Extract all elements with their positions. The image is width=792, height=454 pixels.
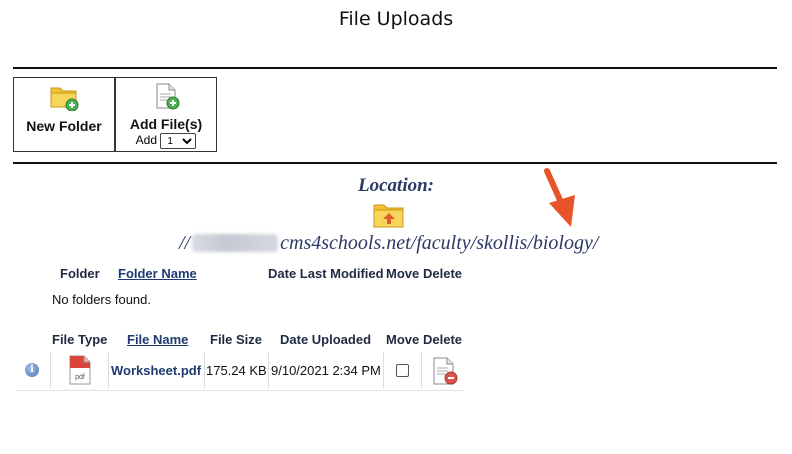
move-checkbox[interactable] xyxy=(396,364,409,377)
cell-divider xyxy=(421,352,422,388)
location-path-highlight[interactable]: biology xyxy=(533,232,593,254)
col-date-uploaded: Date Uploaded xyxy=(280,332,372,347)
new-folder-label: New Folder xyxy=(26,118,102,134)
cell-divider xyxy=(383,352,384,388)
col-file-delete: Delete xyxy=(423,332,463,347)
location-path: // cms4schools.net/faculty/skollis/biolog… xyxy=(179,232,598,255)
folder-add-icon xyxy=(50,87,79,112)
add-count-row: Add 1 xyxy=(116,133,216,149)
file-size-value: 175.24 KB xyxy=(206,363,267,378)
location-path-main[interactable]: cms4schools.net/faculty/skollis/ xyxy=(280,232,533,254)
cell-divider xyxy=(204,352,205,388)
top-divider xyxy=(13,67,777,69)
add-count-select[interactable]: 1 xyxy=(160,133,197,149)
col-file-size: File Size xyxy=(210,332,263,347)
orange-arrow xyxy=(544,168,575,227)
add-files-label: Add File(s) xyxy=(129,116,203,132)
col-folder-move: Move xyxy=(386,266,420,281)
cell-divider xyxy=(108,352,109,388)
file-add-icon xyxy=(156,83,180,110)
no-folders-message: No folders found. xyxy=(52,292,152,307)
add-files-button[interactable]: Add File(s) Add 1 xyxy=(115,77,217,152)
col-file-type: File Type xyxy=(52,332,108,347)
redacted-segment xyxy=(192,234,279,252)
file-date-value: 9/10/2021 2:34 PM xyxy=(271,363,381,378)
col-folder-delete: Delete xyxy=(423,266,463,281)
location-path-prefix: // xyxy=(179,232,191,254)
col-file-move: Move xyxy=(386,332,420,347)
cell-divider xyxy=(268,352,269,388)
col-file-name[interactable]: File Name xyxy=(127,332,188,347)
table-row: i pdf Worksheet.pdf 175.24 KB 9/10/2021 … xyxy=(16,352,464,391)
bottom-divider xyxy=(13,162,777,164)
location-path-suffix: / xyxy=(592,232,599,254)
pdf-type-label: pdf xyxy=(75,374,85,381)
new-folder-button[interactable]: New Folder xyxy=(13,77,115,152)
cell-divider xyxy=(50,352,51,388)
info-icon[interactable]: i xyxy=(25,363,39,377)
col-folder-name[interactable]: Folder Name xyxy=(118,266,197,281)
file-delete-icon[interactable] xyxy=(430,356,460,386)
folder-up-icon[interactable] xyxy=(373,201,405,229)
add-count-label: Add xyxy=(135,133,157,148)
col-date-modified: Date Last Modified xyxy=(268,266,384,281)
file-name-link[interactable]: Worksheet.pdf xyxy=(111,363,201,378)
pdf-file-icon[interactable]: pdf xyxy=(67,354,93,386)
location-heading: Location: xyxy=(358,175,434,196)
col-folder: Folder xyxy=(60,266,100,281)
page-title: File Uploads xyxy=(338,8,454,30)
